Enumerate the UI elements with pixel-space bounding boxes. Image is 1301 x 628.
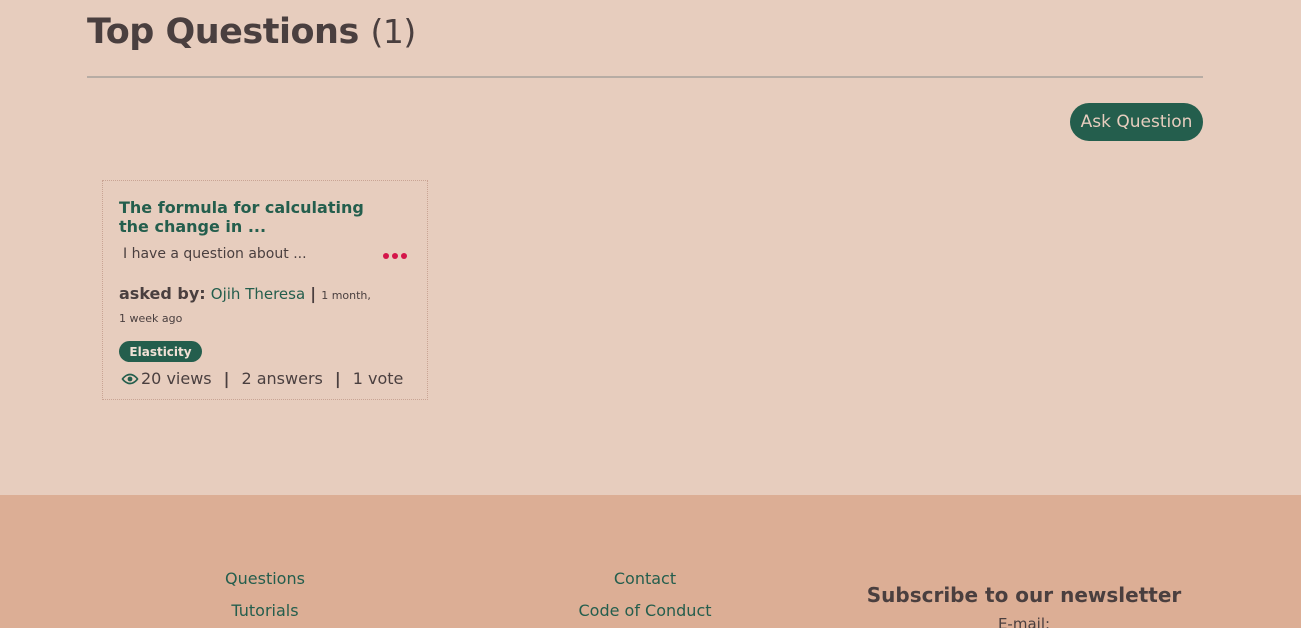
page-title: Top Questions (1) — [87, 12, 416, 52]
question-title[interactable]: The formula for calculating the change i… — [119, 198, 399, 236]
footer-link-code-of-conduct[interactable]: Code of Conduct — [578, 601, 711, 620]
question-count: (1) — [370, 12, 416, 51]
ask-question-button[interactable]: Ask Question — [1070, 103, 1203, 141]
votes-count: 1 vote — [352, 369, 404, 388]
question-card[interactable]: The formula for calculating the change i… — [102, 180, 428, 400]
question-stats: 20 views | 2 answers | 1 vote — [121, 369, 403, 388]
asked-by-label: asked by: — [119, 284, 206, 303]
footer-link-tutorials[interactable]: Tutorials — [231, 601, 298, 620]
footer-link-contact[interactable]: Contact — [614, 569, 676, 588]
answers-count: 2 answers — [241, 369, 323, 388]
stat-separator: | — [223, 369, 230, 388]
views-count: 20 views — [141, 369, 212, 388]
email-label: E-mail: — [997, 615, 1051, 628]
tag-badge[interactable]: Elasticity — [119, 341, 202, 362]
footer-link-questions[interactable]: Questions — [225, 569, 305, 588]
stat-separator: | — [334, 369, 341, 388]
question-excerpt: I have a question about ... — [123, 246, 307, 262]
eye-icon — [121, 373, 139, 384]
footer: Questions Tutorials Contact Code of Cond… — [0, 495, 1301, 628]
divider — [87, 76, 1203, 78]
dot — [383, 253, 389, 259]
more-dots-icon[interactable] — [383, 253, 407, 259]
author-link[interactable]: Ojih Theresa — [211, 285, 305, 303]
page-title-text: Top Questions — [87, 12, 359, 52]
dot — [401, 253, 407, 259]
newsletter-title: Subscribe to our newsletter — [866, 583, 1182, 607]
asked-by-line: asked by: Ojih Theresa | 1 month, — [119, 284, 371, 303]
separator: | — [310, 284, 317, 303]
dot — [392, 253, 398, 259]
time-ago-continued: 1 week ago — [119, 312, 183, 325]
time-ago: 1 month, — [321, 289, 371, 302]
